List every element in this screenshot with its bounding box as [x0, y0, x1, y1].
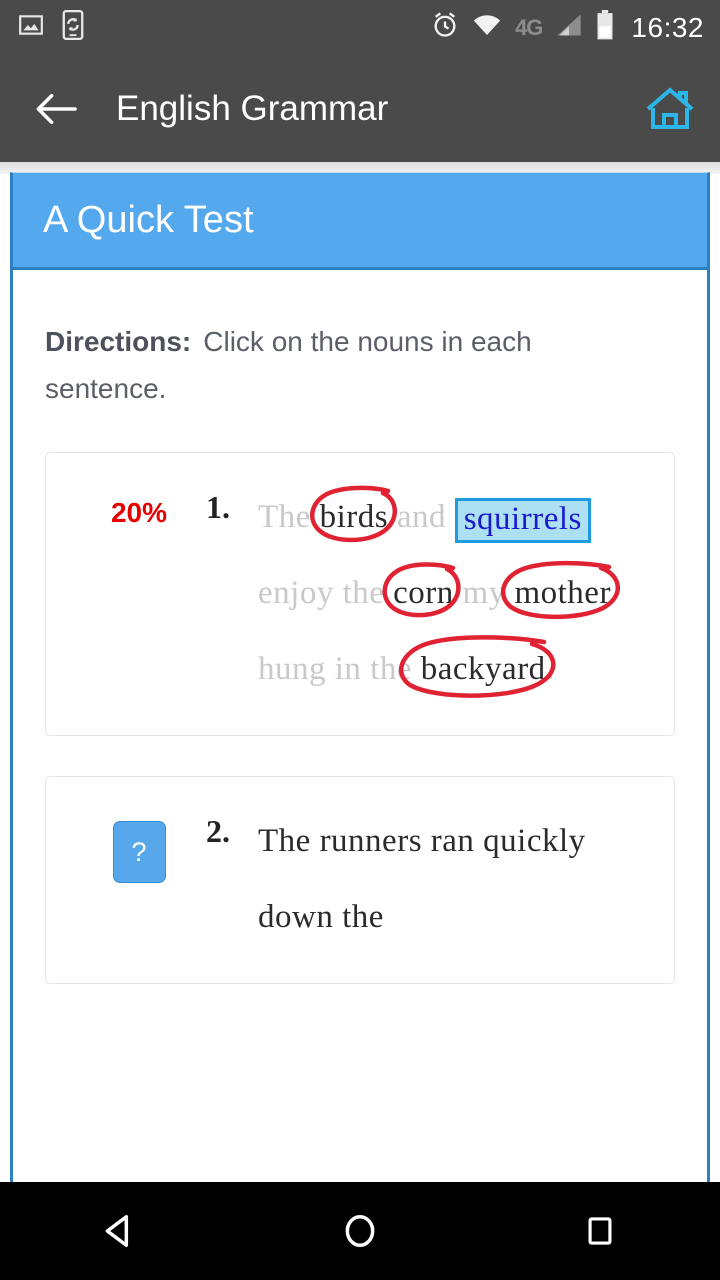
- alarm-icon: [431, 11, 459, 44]
- android-navigation-bar: [0, 1182, 720, 1280]
- signal-icon: [555, 13, 583, 42]
- word-token[interactable]: my: [463, 555, 506, 631]
- app-bar: English Grammar: [0, 55, 720, 162]
- network-type-label: 4G: [515, 14, 543, 40]
- word-token[interactable]: ran: [431, 803, 475, 879]
- clock-label: 16:32: [631, 11, 704, 43]
- word-token[interactable]: runners: [320, 803, 422, 879]
- directions-label: Directions:: [45, 326, 192, 357]
- word-token[interactable]: birds: [309, 479, 397, 555]
- word-token: .: [545, 651, 555, 687]
- question-card-1[interactable]: 20% 1. The birds and squirrels enjoy the…: [45, 452, 675, 736]
- status-bar: 4G 16:32: [0, 0, 720, 55]
- word-token[interactable]: The: [258, 803, 311, 879]
- quiz-header: A Quick Test: [13, 173, 707, 270]
- word-token[interactable]: The: [258, 479, 311, 555]
- question-2-body: 2. The runners ran quickly down the: [206, 803, 656, 955]
- page-title: English Grammar: [116, 88, 389, 128]
- word-token[interactable]: mother: [500, 555, 620, 631]
- phone-sync-icon: [60, 10, 86, 45]
- status-left-icons: [0, 10, 86, 45]
- home-button[interactable]: [642, 81, 698, 137]
- directions: Directions: Click on the nouns in each se…: [45, 318, 625, 412]
- question-1-sentence: The birds and squirrels enjoy the corn m…: [214, 479, 656, 707]
- quiz-title: A Quick Test: [43, 198, 254, 241]
- hint-button[interactable]: ?: [112, 821, 166, 883]
- question-2-sentence: The runners ran quickly down the: [214, 803, 656, 955]
- word-token[interactable]: backyard: [399, 631, 556, 707]
- question-1-number: 1.: [206, 489, 230, 525]
- question-card-2[interactable]: ? 2. The runners ran quickly down the: [45, 776, 675, 984]
- back-button[interactable]: [28, 81, 84, 137]
- wifi-icon: [472, 13, 502, 42]
- word-token[interactable]: enjoy: [258, 555, 334, 631]
- nav-recents-button[interactable]: [540, 1182, 660, 1280]
- word-token[interactable]: the: [342, 879, 384, 955]
- nav-back-button[interactable]: [60, 1182, 180, 1280]
- quiz-body: Directions: Click on the nouns in each se…: [13, 318, 707, 984]
- question-1-body: 1. The birds and squirrels enjoy the cor…: [206, 479, 656, 707]
- word-token[interactable]: quickly: [483, 803, 585, 879]
- word-token[interactable]: hung: [258, 631, 326, 707]
- word-token[interactable]: down: [258, 879, 333, 955]
- question-2-number: 2.: [206, 813, 230, 849]
- question-1-score: 20%: [110, 497, 168, 528]
- question-1-gutter: 20%: [64, 479, 214, 707]
- status-right-icons: 4G 16:32: [431, 10, 720, 45]
- nav-home-button[interactable]: [300, 1182, 420, 1280]
- content-panel: A Quick Test Directions: Click on the nou…: [10, 172, 710, 1182]
- word-token[interactable]: corn: [382, 555, 462, 631]
- word-token[interactable]: the: [370, 631, 412, 707]
- word-token[interactable]: in: [335, 631, 362, 707]
- word-token-selected[interactable]: squirrels: [454, 498, 591, 543]
- image-icon: [18, 12, 44, 43]
- word-token[interactable]: and: [397, 479, 446, 555]
- question-2-gutter: ?: [64, 803, 214, 955]
- word-token[interactable]: the: [343, 555, 385, 631]
- battery-icon: [596, 10, 614, 45]
